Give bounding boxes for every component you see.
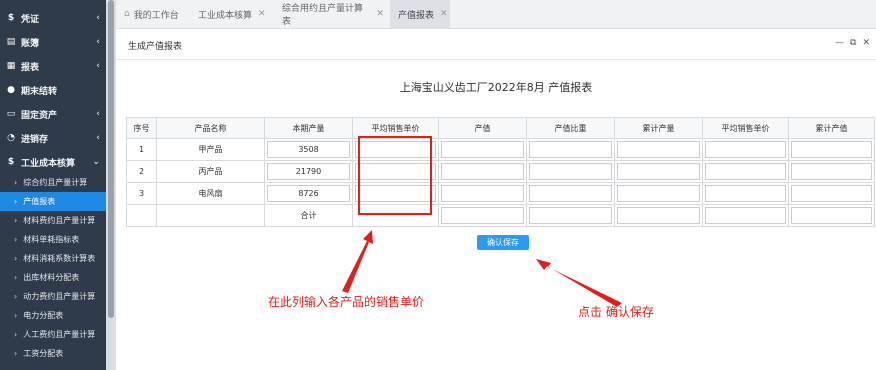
sidebar-subitem-label: 工资分配表 [23, 349, 64, 358]
sidebar-item-label: 凭证 [21, 14, 40, 25]
close-icon[interactable]: ✕ [376, 9, 384, 19]
sidebar-item-label: 工业成本核算 [21, 158, 76, 169]
dollar-icon: $ [7, 157, 15, 167]
chevron-left-icon: ‹ [96, 109, 100, 119]
chevron-right-icon: › [14, 292, 18, 301]
sidebar-item-industrial-cost[interactable]: $ 工业成本核算 ⌄ [0, 150, 106, 174]
tab-workbench[interactable]: ⌂ 我的工作台 [124, 0, 190, 28]
sidebar-subitem-label: 人工费约且产量计算 [23, 330, 96, 339]
tab-label: 工业成本核算 [198, 10, 253, 21]
tab-label: 我的工作台 [133, 10, 179, 21]
chevron-right-icon: › [14, 235, 18, 244]
chevron-right-icon: › [14, 178, 18, 187]
report-panel: 生成产值报表 — ⧉ ✕ 上海宝山义齿工厂2022年8月 产值报表 序号 产品名… [116, 29, 876, 370]
sidebar-subitem[interactable]: › 人工费约且产量计算 [0, 325, 106, 344]
chevron-right-icon: › [14, 216, 18, 225]
sidebar-subitem-label: 综合约且产量计算 [23, 178, 88, 187]
sidebar-subitem[interactable]: › 材料消耗系数计算表 [0, 249, 106, 268]
sidebar-subitem[interactable]: › 动力费约且产量计算 [0, 287, 106, 306]
sidebar-subitem[interactable]: › 材料费约且产量计算 [0, 211, 106, 230]
sidebar-subitem-label: 动力费约且产量计算 [23, 292, 96, 301]
sidebar-subitem-label: 出库材料分配表 [23, 273, 80, 282]
home-icon: ⌂ [124, 9, 130, 19]
sidebar-subitem-label: 材料消耗系数计算表 [23, 254, 96, 263]
sidebar-subitem-active[interactable]: › 产值报表 [0, 192, 106, 211]
circle-icon: ● [7, 85, 15, 95]
tab-label: 产值报表 [398, 10, 435, 21]
sidebar-item-voucher[interactable]: $ 凭证 ‹ [0, 6, 106, 30]
close-icon[interactable]: ✕ [440, 9, 448, 19]
sidebar-subitem[interactable]: › 材料单耗指标表 [0, 230, 106, 249]
close-icon[interactable]: ✕ [258, 9, 266, 19]
chevron-left-icon: ‹ [96, 37, 100, 47]
tab-equivalent-output[interactable]: 综合用约且产量计算表 ✕ [282, 0, 384, 28]
book-icon: ▤ [6, 37, 16, 47]
sidebar-subitem-label: 电力分配表 [23, 311, 64, 320]
chevron-left-icon: ‹ [96, 133, 100, 143]
sidebar-item-ledger[interactable]: ▤ 账簿 ‹ [0, 30, 106, 54]
tab-bar: ⌂ 我的工作台 工业成本核算 ✕ 综合用约且产量计算表 ✕ 产值报表 ✕ [116, 0, 876, 29]
sidebar-item-reports[interactable]: ▦ 报表 ‹ [0, 54, 106, 78]
sidebar-subitem-label: 材料单耗指标表 [23, 235, 80, 244]
sidebar-subitem-label: 材料费约且产量计算 [23, 216, 96, 225]
chevron-right-icon: › [14, 254, 18, 263]
arrow-to-price-column [342, 230, 373, 293]
chevron-right-icon: › [14, 197, 18, 206]
chevron-down-icon: ⌄ [92, 157, 100, 167]
chevron-right-icon: › [14, 330, 18, 339]
annotation-click-save: 点击 确认保存 [578, 305, 654, 319]
chevron-left-icon: ‹ [96, 61, 100, 71]
sidebar-subitem-label: 产值报表 [23, 197, 56, 206]
chevron-right-icon: › [14, 349, 18, 358]
sidebar-subitem[interactable]: › 电力分配表 [0, 306, 106, 325]
report-icon: ▦ [6, 61, 16, 71]
tab-label: 综合用约且产量计算表 [282, 4, 364, 27]
chevron-right-icon: › [14, 311, 18, 320]
sidebar-item-label: 进销存 [21, 134, 49, 145]
sidebar-item-label: 期末结转 [21, 86, 58, 97]
sidebar-subitem[interactable]: › 出库材料分配表 [0, 268, 106, 287]
tab-industrial-cost[interactable]: 工业成本核算 ✕ [198, 0, 278, 28]
sidebar-item-label: 报表 [21, 62, 40, 73]
sidebar-scrollbar[interactable] [106, 0, 116, 370]
sidebar-subitem[interactable]: › 工资分配表 [0, 344, 106, 363]
monitor-icon: ▭ [6, 109, 16, 119]
sidebar-item-inventory[interactable]: ◔ 进销存 ‹ [0, 126, 106, 150]
sidebar-item-label: 固定资产 [21, 110, 58, 121]
annotation-arrows [342, 230, 622, 307]
sidebar-item-period-end[interactable]: ● 期末结转 [0, 78, 106, 102]
sidebar-subitem[interactable]: › 综合约且产量计算 [0, 173, 106, 192]
sidebar-item-label: 账簿 [21, 38, 40, 49]
chevron-left-icon: ‹ [96, 13, 100, 23]
scrollbar-thumb[interactable] [108, 0, 114, 318]
tab-output-report[interactable]: 产值报表 ✕ [390, 0, 450, 28]
chevron-right-icon: › [14, 273, 18, 282]
sidebar-item-fixed-assets[interactable]: ▭ 固定资产 ‹ [0, 102, 106, 126]
dollar-icon: $ [7, 13, 15, 23]
clock-icon: ◔ [7, 133, 15, 143]
arrow-to-save-button [536, 259, 622, 307]
sidebar: $ 凭证 ‹ ▤ 账簿 ‹ ▦ 报表 ‹ ● 期末结转 ▭ 固定资产 ‹ ◔ 进… [0, 0, 106, 370]
annotation-enter-price: 在此列输入各产品的销售单价 [268, 295, 425, 309]
